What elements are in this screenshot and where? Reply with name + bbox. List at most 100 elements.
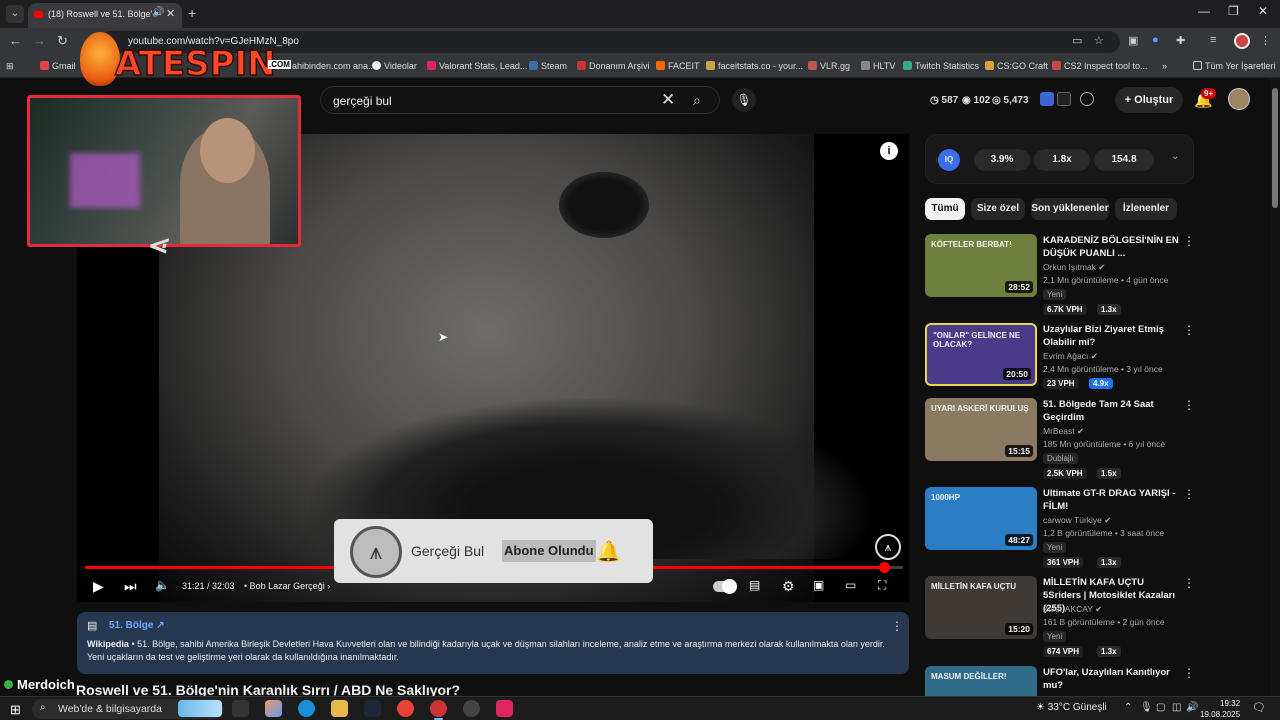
close-tab-icon[interactable]: ✕ xyxy=(166,7,175,20)
volume-icon[interactable]: 🔈 xyxy=(155,578,170,592)
settings-gear-icon[interactable]: ⚙ xyxy=(782,578,795,595)
minimize-icon[interactable]: — xyxy=(1198,4,1210,18)
video-thumbnail[interactable]: MİLLETİN KAFA UÇTU 15:20 xyxy=(925,576,1037,639)
video-thumbnail[interactable]: "ONLAR" GELİNCE NE OLACAK? 20:50 xyxy=(925,323,1037,386)
fullscreen-icon[interactable]: ⛶ xyxy=(878,578,886,593)
account-avatar[interactable] xyxy=(1228,88,1250,110)
tray-icon[interactable]: ▢ xyxy=(1156,702,1165,713)
recommendation-card[interactable]: 1000HP 48:27 Ultimate GT-R DRAG YARIŞI - F… xyxy=(925,487,1195,568)
bookmark-star-icon[interactable]: ☆ xyxy=(1094,34,1104,47)
file-explorer-icon[interactable] xyxy=(331,700,348,717)
weather-widget[interactable]: ☀ 33°C Güneşli xyxy=(1036,702,1107,713)
subtitles-icon[interactable]: ▤ xyxy=(749,578,760,592)
mic-tray-icon[interactable]: 🎙 xyxy=(1140,702,1153,713)
extension-icon[interactable]: ▣ xyxy=(1128,34,1138,47)
next-icon[interactable]: ⏭ xyxy=(124,578,137,595)
microphone-icon[interactable]: 🎙 xyxy=(732,88,756,112)
chip-watched[interactable]: İzlenenler xyxy=(1115,198,1177,220)
notifications-icon[interactable]: 🗨 xyxy=(1252,701,1266,714)
bookmark-item[interactable]: FACEIT xyxy=(656,61,700,71)
more-options-icon[interactable]: ⋮ xyxy=(1183,234,1195,248)
info-panel-title[interactable]: 51. Bölge ↗ xyxy=(109,620,165,631)
autoplay-toggle[interactable] xyxy=(713,579,737,594)
bookmarks-overflow-icon[interactable]: » xyxy=(1162,61,1167,71)
chip-all[interactable]: Tümü xyxy=(925,198,965,220)
copilot-icon[interactable] xyxy=(265,700,282,717)
create-button[interactable]: + Oluştur xyxy=(1115,87,1183,113)
recommendation-card[interactable]: MİLLETİN KAFA UÇTU 15:20 MİLLETİN KAFA UÇT… xyxy=(925,576,1195,657)
extension-icon[interactable] xyxy=(1040,92,1054,106)
edge-icon[interactable] xyxy=(298,700,315,717)
reading-list-icon[interactable]: ≡ xyxy=(1210,34,1216,46)
bookmark-item[interactable]: HLTV xyxy=(861,61,895,71)
channel-name[interactable]: Evrim Ağacı ✔ xyxy=(1043,351,1098,362)
obs-chrome-icon[interactable] xyxy=(430,700,447,720)
more-options-icon[interactable]: ⋮ xyxy=(1183,576,1195,590)
search-input[interactable]: gerçeği bul xyxy=(333,94,392,108)
upload-icon[interactable] xyxy=(1080,92,1094,106)
channel-name[interactable]: Zafer AKCAY ✔ xyxy=(1043,604,1102,615)
speaker-tray-icon[interactable]: 🔊 xyxy=(1186,702,1198,713)
tab-search-button[interactable]: ⌄ xyxy=(6,5,24,23)
cast-icon[interactable]: ▭ xyxy=(1072,34,1082,47)
more-options-icon[interactable]: ⋮ xyxy=(1183,487,1195,501)
bookmark-item[interactable]: Tüm Yer İşaretleri xyxy=(1193,61,1276,71)
theater-mode-icon[interactable]: ▭ xyxy=(845,578,856,592)
forward-icon[interactable]: → xyxy=(33,33,46,48)
bookmark-item[interactable]: VLR.gg xyxy=(808,61,850,71)
back-icon[interactable]: ← xyxy=(9,33,22,48)
channel-name[interactable]: MrBeast ✔ xyxy=(1043,426,1084,437)
close-window-icon[interactable]: ✕ xyxy=(1258,4,1268,18)
reload-icon[interactable]: ↻ xyxy=(57,33,68,49)
video-title[interactable]: Ultimate GT-R DRAG YARIŞI - FİLM! xyxy=(1043,487,1179,513)
bookmark-item[interactable]: ahibinden.com ana... xyxy=(292,61,376,71)
bookmark-item[interactable]: faceitstats.co - your... xyxy=(706,61,803,71)
chrome-icon[interactable] xyxy=(397,700,414,717)
bookmark-item[interactable]: Steam xyxy=(529,61,567,71)
video-title[interactable]: UFO'lar, Uzaylıları Kanıtlıyor mu? xyxy=(1043,666,1179,692)
video-thumbnail[interactable]: KÖFTELER BERBAT! 28:52 xyxy=(925,234,1037,297)
recommendation-card[interactable]: KÖFTELER BERBAT! 28:52 KARADENİZ BÖLGESİ'N… xyxy=(925,234,1195,315)
recommendation-card[interactable]: UYARI ASKERİ KURULUŞ 15:15 51. Bölgede Tam… xyxy=(925,398,1195,479)
more-options-icon[interactable]: ⋮ xyxy=(1183,398,1195,412)
speaker-icon[interactable]: 🔊 xyxy=(152,7,164,18)
bookmark-item[interactable]: Valorant Stats, Lead... xyxy=(427,61,527,71)
windows-start-icon[interactable]: ⊞ xyxy=(10,702,21,718)
obs-icon[interactable] xyxy=(463,700,480,717)
maximize-icon[interactable]: ❐ xyxy=(1228,4,1239,18)
extension-shield-icon[interactable]: ● xyxy=(1152,34,1159,46)
chip-recent[interactable]: Son yüklenenler xyxy=(1031,198,1109,220)
chevron-down-icon[interactable]: ⌄ xyxy=(1171,151,1179,162)
video-thumbnail[interactable]: UYARI ASKERİ KURULUŞ 15:15 xyxy=(925,398,1037,461)
page-scrollbar[interactable] xyxy=(1270,78,1280,696)
bookmark-item[interactable]: CS:GO Craft xyxy=(985,61,1048,71)
new-tab-button[interactable]: + xyxy=(188,5,196,21)
bookmark-item[interactable]: Donanım Arşivi xyxy=(577,61,650,71)
tray-icon[interactable]: ◫ xyxy=(1172,702,1181,713)
valorant-icon[interactable] xyxy=(496,700,513,717)
video-thumbnail[interactable]: 1000HP 48:27 xyxy=(925,487,1037,550)
video-title[interactable]: 51. Bölgede Tam 24 Saat Geçirdim xyxy=(1043,398,1179,424)
browser-tab[interactable]: (18) Roswell ve 51. Bölge'nin 🔊 ✕ xyxy=(28,3,182,28)
recommendation-card[interactable]: "ONLAR" GELİNCE NE OLACAK? 20:50 Uzaylılar… xyxy=(925,323,1195,393)
bookmark-item[interactable]: CS2 Inspect tool to... xyxy=(1052,61,1148,71)
clear-search-icon[interactable]: ✕ xyxy=(661,90,675,110)
bookmark-item[interactable]: Videolar xyxy=(372,61,417,71)
more-options-icon[interactable]: ⋮ xyxy=(1183,323,1195,337)
search-box[interactable]: gerçeği bul ✕ ⌕ xyxy=(320,86,720,114)
extensions-puzzle-icon[interactable]: ✚ xyxy=(1176,34,1185,47)
chapter-title[interactable]: • Bob Lazar Gerçeği › xyxy=(244,581,330,591)
profile-avatar[interactable] xyxy=(1234,33,1250,49)
more-options-icon[interactable]: ⋮ xyxy=(1183,666,1195,680)
more-options-icon[interactable]: ⋮ xyxy=(891,619,903,633)
apps-grid-icon[interactable]: ⊞ xyxy=(6,61,14,72)
chip-for-you[interactable]: Size özel xyxy=(971,198,1025,220)
video-title[interactable]: Uzaylılar Bizi Ziyaret Etmiş Olabilir mi… xyxy=(1043,323,1179,349)
scrubber-handle[interactable] xyxy=(879,562,890,573)
system-clock[interactable]: 19:32 19.08.2025 xyxy=(1200,698,1240,720)
channel-name[interactable]: Orkun Işıtmak ✔ xyxy=(1043,262,1105,273)
bookmark-item[interactable]: Gmail xyxy=(40,61,76,71)
play-icon[interactable]: ▶ xyxy=(93,578,104,595)
video-title[interactable]: KARADENİZ BÖLGESİ'NİN EN DÜŞÜK PUANLI ..… xyxy=(1043,234,1179,260)
channel-watermark-icon[interactable]: ⩚ xyxy=(875,534,901,560)
